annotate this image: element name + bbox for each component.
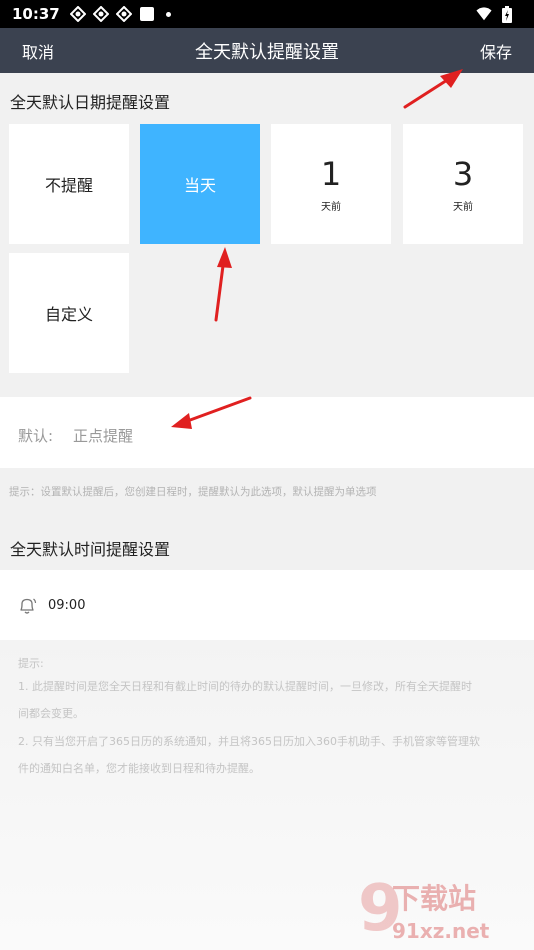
wifi-icon [476, 6, 492, 22]
app-notification-icon [69, 6, 86, 22]
option-number: 3 [452, 154, 474, 193]
cancel-button[interactable]: 取消 [22, 39, 54, 63]
arrow-to-same-day-icon [214, 256, 226, 322]
battery-icon [499, 5, 515, 23]
reminder-time: 09:00 [48, 598, 86, 613]
option-3-days-before[interactable]: 3 天前 [403, 124, 523, 244]
option-unit: 天前 [453, 201, 473, 213]
option-1-day-before[interactable]: 1 天前 [271, 124, 391, 244]
date-hint-text: 提示：设置默认提醒后，您创建日程时，提醒默认为此选项，默认提醒为单选项 [9, 486, 377, 498]
status-time: 10:37 [12, 5, 60, 23]
default-value: 正点提醒 [73, 427, 134, 445]
option-label: 自定义 [44, 305, 93, 324]
option-no-reminder[interactable]: 不提醒 [9, 124, 129, 244]
tips-line: 1. 此提醒时间是您全天日程和有截止时间的待办的默认提醒时间，一旦修改，所有全天… [18, 680, 472, 693]
option-label: 不提醒 [44, 176, 93, 195]
arrow-to-save-icon [403, 73, 457, 109]
tips-heading: 提示: [18, 657, 44, 670]
date-section-title: 全天默认日期提醒设置 [10, 93, 171, 112]
more-notifications-dot-icon [165, 11, 171, 17]
watermark-logo: 9 下载站 91xz.net [358, 868, 530, 948]
time-reminder-row[interactable]: 09:00 [0, 570, 534, 640]
app-notification-icon [115, 6, 132, 22]
tips-line: 间都会变更。 [18, 707, 84, 720]
option-custom[interactable]: 自定义 [9, 253, 129, 373]
option-label: 当天 [183, 176, 216, 195]
tips-line: 件的通知白名单，您才能接收到日程和待办提醒。 [18, 762, 260, 775]
option-unit: 天前 [321, 201, 341, 213]
nav-bar: 取消 全天默认提醒设置 保存 [0, 28, 534, 73]
tips-line: 2. 只有当您开启了365日历的系统通知，并且将365日历加入360手机助手、手… [18, 735, 480, 748]
option-number: 1 [320, 154, 342, 193]
watermark-brand: 下载站 [392, 882, 476, 915]
status-bar: 10:37 [0, 0, 534, 28]
watermark-site: 91xz.net [392, 919, 490, 943]
square-notification-icon [139, 6, 155, 22]
app-notification-icon [92, 6, 109, 22]
default-label: 默认: [18, 427, 54, 445]
default-reminder-row[interactable]: 默认: 正点提醒 [0, 397, 534, 468]
option-same-day[interactable]: 当天 [140, 124, 260, 244]
arrow-head-icon [217, 247, 232, 268]
time-section-title: 全天默认时间提醒设置 [10, 540, 171, 559]
save-button[interactable]: 保存 [480, 39, 512, 63]
bell-icon [17, 597, 37, 619]
page-title: 全天默认提醒设置 [195, 41, 339, 63]
